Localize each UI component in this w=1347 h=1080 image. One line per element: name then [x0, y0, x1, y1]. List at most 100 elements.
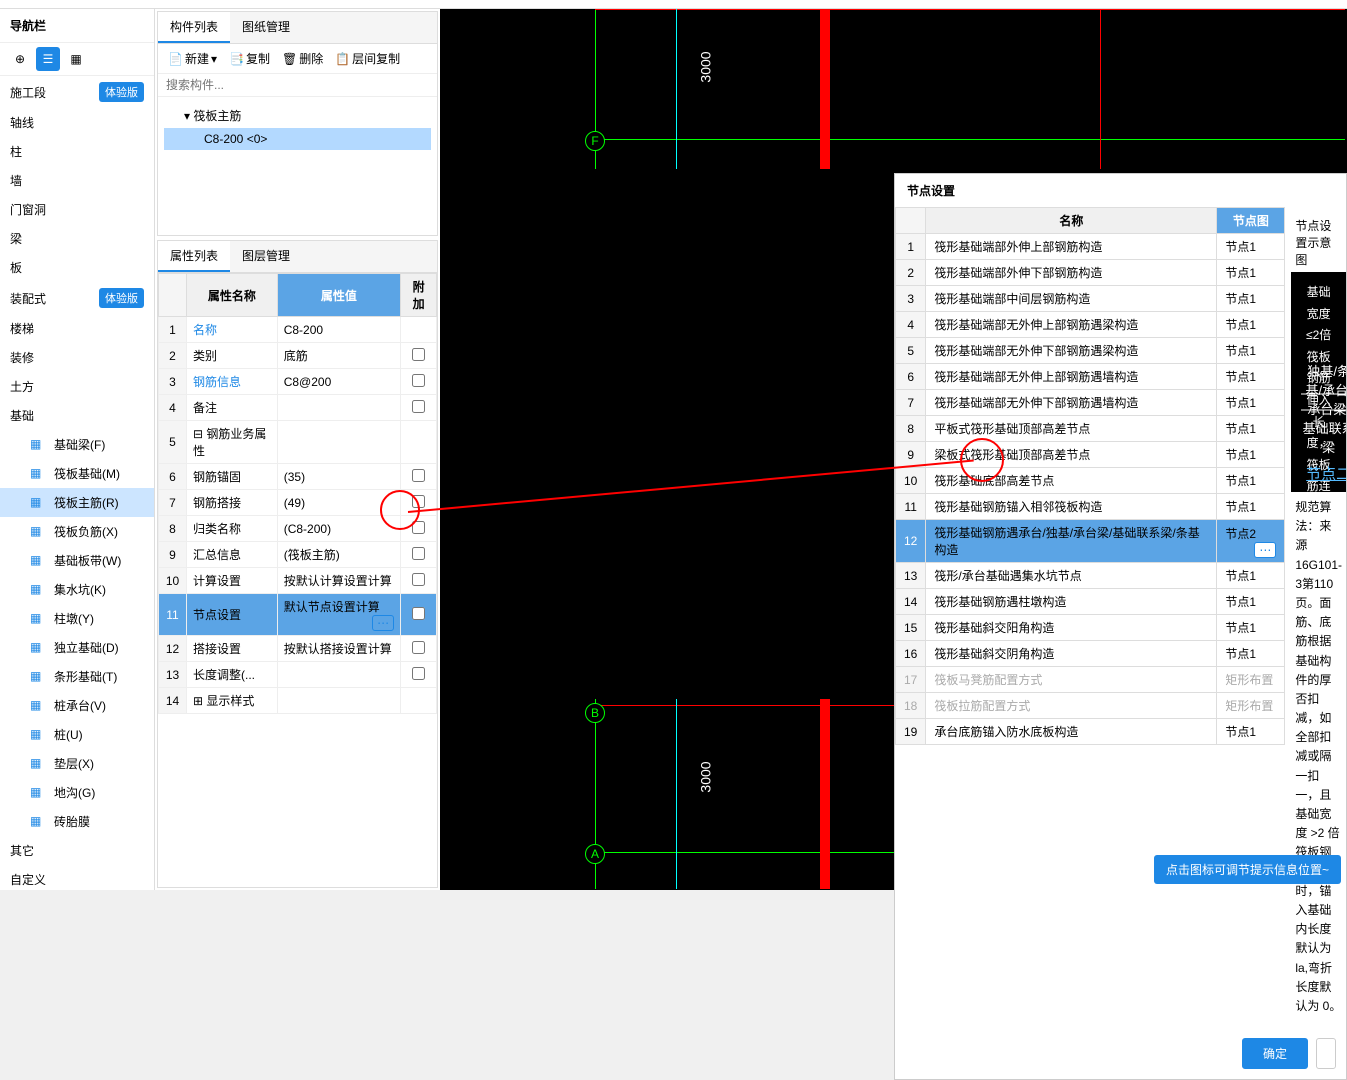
foundation-item[interactable]: ▦筏板主筋(R)	[0, 488, 154, 517]
node-row[interactable]: 18筏板拉筋配置方式矩形布置	[896, 693, 1285, 719]
foundation-item[interactable]: ▦基础板带(W)	[0, 546, 154, 575]
view-icon-list[interactable]: ☰	[36, 47, 60, 71]
foundation-item[interactable]: ▦地沟(G)	[0, 778, 154, 807]
tab-layers[interactable]: 图层管理	[230, 241, 302, 272]
node-row[interactable]: 16筏形基础斜交阴角构造节点1	[896, 641, 1285, 667]
view-icon-1[interactable]: ⊕	[8, 47, 32, 71]
delete-button[interactable]: 🗑 删除	[278, 48, 327, 69]
view-icon-grid[interactable]: ▦	[64, 47, 88, 71]
foundation-item[interactable]: ▦基础梁(F)	[0, 430, 154, 459]
node-row[interactable]: 2筏形基础端部外伸下部钢筋构造节点1	[896, 260, 1285, 286]
node-row[interactable]: 7筏形基础端部无外伸下部钢筋遇墙构造节点1	[896, 390, 1285, 416]
node-row[interactable]: 17筏板马凳筋配置方式矩形布置	[896, 667, 1285, 693]
tab-component-list[interactable]: 构件列表	[158, 12, 230, 43]
property-row[interactable]: 5⊟ 钢筋业务属性	[159, 421, 437, 464]
more-button[interactable]: ⋯	[372, 615, 394, 631]
sidebar-view-icons: ⊕ ☰ ▦	[0, 43, 154, 76]
node-row[interactable]: 19承台底筋锚入防水底板构造节点1	[896, 719, 1285, 745]
diagram-title: 节点设置示意图	[1291, 213, 1346, 272]
foundation-item[interactable]: ▦柱墩(Y)	[0, 604, 154, 633]
item-icon: ▦	[30, 553, 46, 569]
foundation-item[interactable]: ▦桩(U)	[0, 720, 154, 749]
property-row[interactable]: 7钢筋搭接(49)	[159, 490, 437, 516]
axis-a: A	[585, 844, 605, 864]
node-row[interactable]: 13筏形/承台基础遇集水坑节点节点1	[896, 563, 1285, 589]
nav-section[interactable]: 自定义	[0, 865, 154, 890]
node-row[interactable]: 12筏形基础钢筋遇承台/独基/承台梁/基础联系梁/条基构造节点2⋯	[896, 520, 1285, 563]
dialog-title: 节点设置	[895, 174, 1346, 207]
nav-section[interactable]: 轴线	[0, 108, 154, 137]
foundation-item[interactable]: ▦筏板基础(M)	[0, 459, 154, 488]
property-row[interactable]: 2类别底筋	[159, 343, 437, 369]
new-button[interactable]: 📄 新建 ▾	[164, 48, 221, 69]
property-row[interactable]: 8归类名称(C8-200)	[159, 516, 437, 542]
col-name: 属性名称	[187, 274, 278, 317]
nav-section[interactable]: 基础	[0, 401, 154, 430]
node-row[interactable]: 4筏形基础端部无外伸上部钢筋遇梁构造节点1	[896, 312, 1285, 338]
item-icon: ▦	[30, 727, 46, 743]
node-settings-dialog: 节点设置 名称 节点图 1筏形基础端部外伸上部钢筋构造节点12筏形基础端部外伸下…	[894, 173, 1347, 1080]
foundation-item[interactable]: ▦集水坑(K)	[0, 575, 154, 604]
nav-section[interactable]: 楼梯	[0, 314, 154, 343]
foundation-item[interactable]: ▦垫层(X)	[0, 749, 154, 778]
tab-drawing-mgmt[interactable]: 图纸管理	[230, 12, 302, 43]
node-row[interactable]: 3筏形基础端部中间层钢筋构造节点1	[896, 286, 1285, 312]
property-row[interactable]: 14⊞ 显示样式	[159, 688, 437, 714]
more-button[interactable]: ⋯	[1254, 542, 1276, 558]
item-icon: ▦	[30, 698, 46, 714]
property-row[interactable]: 1名称C8-200	[159, 317, 437, 343]
property-row[interactable]: 13长度调整(...	[159, 662, 437, 688]
cad-viewport[interactable]: 3000 F 3000 B A Y X 节点设置	[440, 9, 1347, 890]
nav-section[interactable]: 柱	[0, 137, 154, 166]
nav-section[interactable]: 装配式体验版	[0, 282, 154, 314]
info-toast[interactable]: 点击图标可调节提示信息位置~	[1154, 855, 1341, 884]
node-row[interactable]: 10筏形基础底部高差节点节点1	[896, 468, 1285, 494]
nav-section[interactable]: 其它	[0, 836, 154, 865]
node-row[interactable]: 9梁板式筏形基础顶部高差节点节点1	[896, 442, 1285, 468]
property-row[interactable]: 4备注	[159, 395, 437, 421]
node-row[interactable]: 15筏形基础斜交阳角构造节点1	[896, 615, 1285, 641]
node-row[interactable]: 8平板式筏形基础顶部高差节点节点1	[896, 416, 1285, 442]
foundation-item[interactable]: ▦桩承台(V)	[0, 691, 154, 720]
property-row[interactable]: 11节点设置默认节点设置计算⋯	[159, 594, 437, 636]
nav-section[interactable]: 板	[0, 253, 154, 282]
node-row[interactable]: 11筏形基础钢筋锚入相邻筏板构造节点1	[896, 494, 1285, 520]
foundation-item[interactable]: ▦条形基础(T)	[0, 662, 154, 691]
navigation-sidebar: 导航栏 ⊕ ☰ ▦ 施工段体验版轴线柱墙门窗洞梁板装配式体验版楼梯装修土方基础▦…	[0, 9, 155, 890]
item-icon: ▦	[30, 437, 46, 453]
tree-child[interactable]: C8-200 <0>	[164, 128, 431, 150]
node-row[interactable]: 14筏形基础钢筋遇柱墩构造节点1	[896, 589, 1285, 615]
property-row[interactable]: 12搭接设置按默认搭接设置计算	[159, 636, 437, 662]
property-row[interactable]: 3钢筋信息C8@200	[159, 369, 437, 395]
node-row[interactable]: 6筏形基础端部无外伸上部钢筋遇墙构造节点1	[896, 364, 1285, 390]
search-input[interactable]	[158, 74, 437, 97]
dim-3000-1: 3000	[698, 51, 714, 82]
item-icon: ▦	[30, 466, 46, 482]
nav-section[interactable]: 土方	[0, 372, 154, 401]
node-row[interactable]: 5筏形基础端部无外伸下部钢筋遇梁构造节点1	[896, 338, 1285, 364]
floor-copy-button[interactable]: 📋 层间复制	[331, 48, 404, 69]
col-name: 名称	[926, 208, 1217, 234]
foundation-item[interactable]: ▦独立基础(D)	[0, 633, 154, 662]
cancel-button[interactable]	[1316, 1038, 1336, 1069]
tab-properties[interactable]: 属性列表	[158, 241, 230, 272]
property-row[interactable]: 6钢筋锚固(35)	[159, 464, 437, 490]
sidebar-title: 导航栏	[0, 9, 154, 43]
col-extra: 附加	[401, 274, 437, 317]
item-icon: ▦	[30, 640, 46, 656]
property-row[interactable]: 9汇总信息(筏板主筋)	[159, 542, 437, 568]
foundation-item[interactable]: ▦砖胎膜	[0, 807, 154, 836]
property-row[interactable]: 10计算设置按默认计算设置计算	[159, 568, 437, 594]
copy-button[interactable]: 📑 复制	[225, 48, 274, 69]
axis-f: F	[585, 131, 605, 151]
node-row[interactable]: 1筏形基础端部外伸上部钢筋构造节点1	[896, 234, 1285, 260]
nav-section[interactable]: 墙	[0, 166, 154, 195]
foundation-item[interactable]: ▦筏板负筋(X)	[0, 517, 154, 546]
ok-button[interactable]: 确定	[1242, 1038, 1308, 1069]
nav-section[interactable]: 梁	[0, 224, 154, 253]
nav-section[interactable]: 门窗洞	[0, 195, 154, 224]
tree-parent[interactable]: ▾ 筏板主筋	[164, 103, 431, 128]
node-link[interactable]: 节点二	[1306, 466, 1346, 483]
nav-section[interactable]: 装修	[0, 343, 154, 372]
nav-section[interactable]: 施工段体验版	[0, 76, 154, 108]
